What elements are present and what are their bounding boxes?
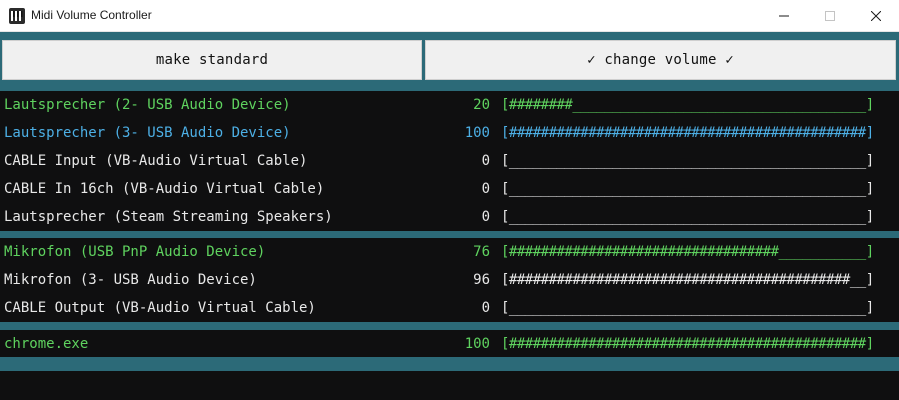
device-volume: 76 [473, 244, 490, 260]
volume-bar: [_______________________________________… [501, 181, 874, 197]
volume-bar: [##################################_____… [501, 244, 874, 260]
device-name: CABLE Output (VB-Audio Virtual Cable) [4, 300, 316, 316]
close-icon [871, 11, 881, 21]
device-volume: 20 [473, 97, 490, 113]
device-name: Mikrofon (USB PnP Audio Device) [4, 244, 266, 260]
maximize-icon [825, 11, 835, 21]
device-name: Lautsprecher (Steam Streaming Speakers) [4, 209, 333, 225]
close-button[interactable] [853, 0, 899, 32]
device-name: Lautsprecher (3- USB Audio Device) [4, 125, 291, 141]
title-bar: Midi Volume Controller [0, 0, 899, 32]
device-row[interactable]: Lautsprecher (3- USB Audio Device) 100 [##… [0, 119, 899, 147]
device-name: Lautsprecher (2- USB Audio Device) [4, 97, 291, 113]
device-volume: 0 [481, 181, 490, 197]
device-row[interactable]: CABLE Output (VB-Audio Virtual Cable) 0 [_… [0, 294, 899, 322]
device-row[interactable]: chrome.exe 100 [##########################… [0, 330, 899, 358]
device-name: Mikrofon (3- USB Audio Device) [4, 272, 257, 288]
device-volume: 100 [464, 336, 490, 352]
app-icon [9, 8, 25, 24]
device-name: chrome.exe [4, 336, 89, 352]
device-volume: 96 [473, 272, 490, 288]
change-volume-button[interactable]: ✓ change volume ✓ [425, 40, 896, 80]
volume-bar: [#######################################… [501, 336, 874, 352]
device-volume: 0 [481, 209, 490, 225]
device-row[interactable]: Lautsprecher (Steam Streaming Speakers) 0… [0, 203, 899, 231]
device-row[interactable]: Mikrofon (USB PnP Audio Device) 76 [######… [0, 238, 899, 266]
volume-bar: [########_______________________________… [501, 97, 874, 113]
command-input[interactable] [0, 371, 899, 400]
make-standard-button[interactable]: make standard [2, 40, 422, 80]
device-row[interactable]: CABLE In 16ch (VB-Audio Virtual Cable) 0 [… [0, 175, 899, 203]
device-volume: 100 [464, 125, 490, 141]
device-name: CABLE In 16ch (VB-Audio Virtual Cable) [4, 181, 325, 197]
volume-bar: [_______________________________________… [501, 153, 874, 169]
device-name: CABLE Input (VB-Audio Virtual Cable) [4, 153, 308, 169]
maximize-button[interactable] [807, 0, 853, 32]
minimize-icon [779, 15, 789, 17]
device-volume: 0 [481, 300, 490, 316]
device-volume: 0 [481, 153, 490, 169]
volume-bar: [#######################################… [501, 125, 874, 141]
window-title: Midi Volume Controller [31, 8, 152, 22]
device-row[interactable]: Lautsprecher (2- USB Audio Device) 20 [###… [0, 91, 899, 119]
volume-bar: [#######################################… [501, 272, 874, 288]
device-row[interactable]: CABLE Input (VB-Audio Virtual Cable) 0 [__… [0, 147, 899, 175]
minimize-button[interactable] [761, 0, 807, 32]
device-row[interactable]: Mikrofon (3- USB Audio Device) 96 [#######… [0, 266, 899, 294]
volume-bar: [_______________________________________… [501, 209, 874, 225]
volume-bar: [_______________________________________… [501, 300, 874, 316]
